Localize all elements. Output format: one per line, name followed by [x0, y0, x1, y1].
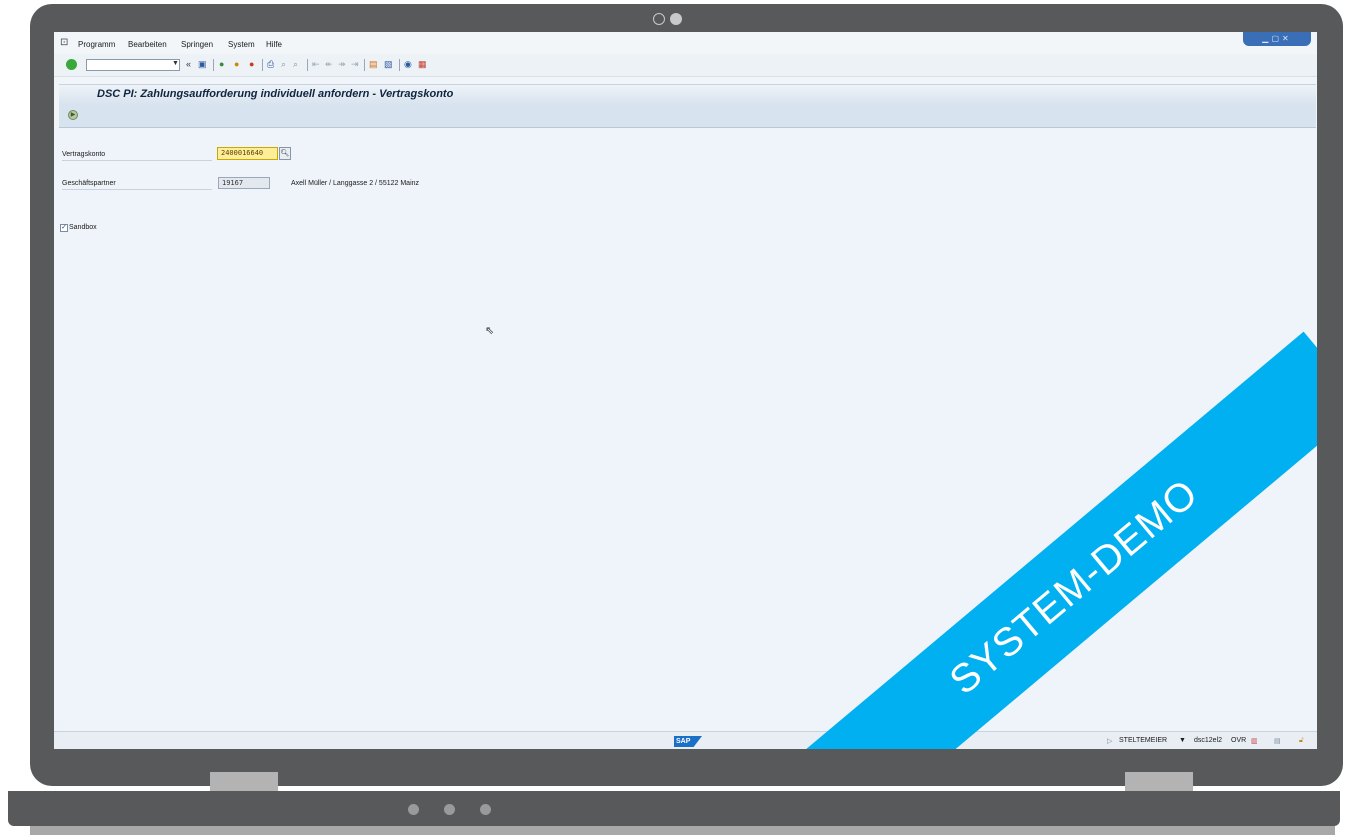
system-demo-banner: SYSTEM-DEMO [782, 331, 1317, 749]
camera-ring-icon [653, 13, 665, 25]
laptop-hinge-left [210, 772, 278, 792]
banner-clip: SYSTEM-DEMO [54, 32, 1317, 749]
banner-text: SYSTEM-DEMO [941, 470, 1207, 704]
base-dot-icon [408, 804, 419, 815]
camera-dot-icon [670, 13, 682, 25]
base-dot-icon [480, 804, 491, 815]
laptop-hinge-right [1125, 772, 1193, 792]
base-dot-icon [444, 804, 455, 815]
laptop-base [8, 791, 1340, 826]
laptop-base-edge [30, 826, 1335, 835]
